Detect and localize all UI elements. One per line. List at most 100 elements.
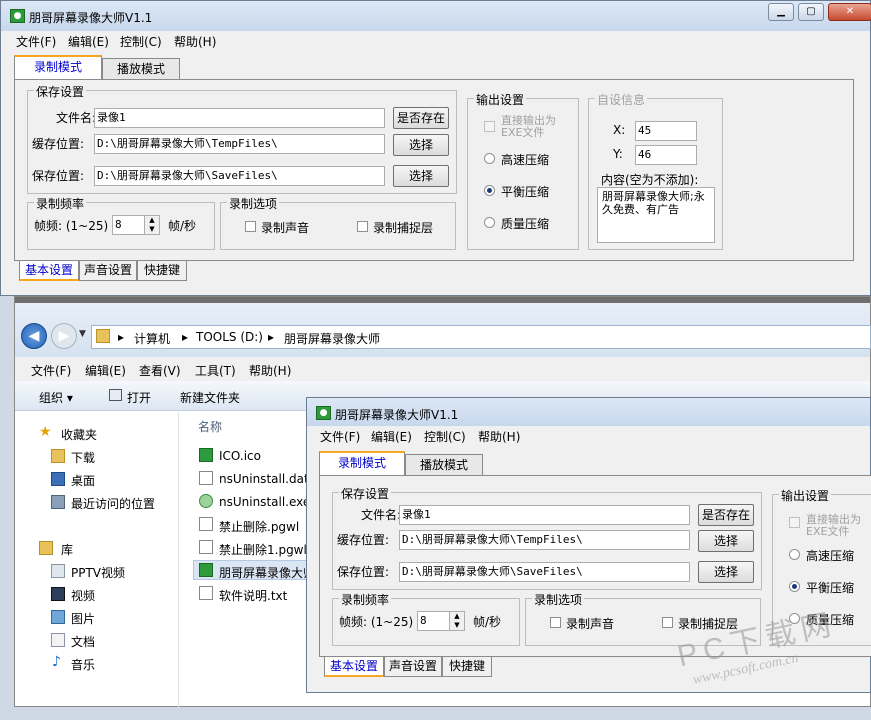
choose-save-button[interactable]: 选择 [393,165,449,187]
file-item[interactable]: 禁止删除1.pgwl [219,541,307,558]
column-header-name[interactable]: 名称 [198,418,222,435]
menu-file[interactable]: 文件(F) [16,33,56,50]
file-list: ICO.ico nsUninstall.dat nsUninstall.exe … [191,442,321,603]
filename-input[interactable]: 录像1 [94,108,385,128]
balance-compress-radio[interactable] [484,185,495,196]
file-item[interactable]: 软件说明.txt [219,587,287,604]
tab-record-mode[interactable]: 录制模式 [319,451,405,475]
nav-pptv[interactable]: PPTV视频 [71,564,125,581]
breadcrumb-folder[interactable]: 朋哥屏幕录像大师 [284,330,380,347]
nav-library[interactable]: 库 [61,541,73,558]
fast-compress-radio[interactable] [789,549,800,560]
cache-path-input[interactable]: D:\朋哥屏幕录像大师\TempFiles\ [399,530,690,550]
nav-pictures[interactable]: 图片 [71,610,95,627]
explorer-menu-view[interactable]: 查看(V) [139,362,181,379]
filename-input[interactable]: 录像1 [399,505,690,525]
file-item[interactable]: nsUninstall.dat [219,472,309,486]
tab-sound-settings[interactable]: 声音设置 [79,261,137,281]
fast-compress-radio[interactable] [484,153,495,164]
y-input[interactable]: 46 [635,145,697,165]
fps-input[interactable]: 8 [112,215,146,235]
file-item[interactable]: ICO.ico [219,449,261,463]
close-button[interactable]: ✕ [828,3,871,21]
menu-edit[interactable]: 编辑(E) [371,428,412,445]
video-icon [51,587,65,601]
ico-file-icon [199,448,213,462]
file-item[interactable]: 朋哥屏幕录像大师 [219,564,315,581]
exists-button[interactable]: 是否存在 [393,107,449,129]
pgwl-file-icon [199,540,213,554]
maximize-button[interactable]: ▢ [798,3,824,21]
choose-cache-button[interactable]: 选择 [698,530,754,552]
nav-music[interactable]: 音乐 [71,656,95,673]
nav-desktop[interactable]: 桌面 [71,472,95,489]
nav-favorites[interactable]: 收藏夹 [61,426,97,443]
window-title: 朋哥屏幕录像大师V1.1 [29,11,153,25]
file-item[interactable]: nsUninstall.exe [219,495,310,509]
tab-basic-settings[interactable]: 基本设置 [324,657,384,677]
tab-play-mode[interactable]: 播放模式 [405,454,483,476]
minimize-button[interactable]: ▁ [768,3,794,21]
menu-control[interactable]: 控制(C) [424,428,466,445]
save-path-input[interactable]: D:\朋哥屏幕录像大师\SaveFiles\ [94,166,385,186]
fps-spinner[interactable]: ▲ ▼ [144,215,160,235]
tab-basic-settings[interactable]: 基本设置 [19,261,79,281]
direct-exe-checkbox[interactable] [789,517,800,528]
address-bar[interactable]: ▸ 计算机 ▸ TOOLS (D:) ▸ 朋哥屏幕录像大师 [91,325,871,349]
tab-hotkeys[interactable]: 快捷键 [442,657,492,677]
choose-save-button[interactable]: 选择 [698,561,754,583]
direct-exe-checkbox[interactable] [484,121,495,132]
app-icon: ● [10,9,25,23]
menu-help[interactable]: 帮助(H) [478,428,520,445]
save-path-input[interactable]: D:\朋哥屏幕录像大师\SaveFiles\ [399,562,690,582]
menu-file[interactable]: 文件(F) [320,428,360,445]
settings-panel: 保存设置 文件名: 录像1 是否存在 缓存位置: D:\朋哥屏幕录像大师\Tem… [14,79,854,261]
back-icon[interactable]: ◀ [21,323,47,349]
nav-recent-places[interactable]: 最近访问的位置 [71,495,155,512]
menu-bar: 文件(F) 编辑(E) 控制(C) 帮助(H) [1,31,870,50]
second-menu-bar: 文件(F) 编辑(E) 控制(C) 帮助(H) [307,426,870,445]
fps-spinner[interactable]: ▲ ▼ [449,611,465,631]
record-layer-checkbox[interactable] [357,221,368,232]
nav-downloads[interactable]: 下载 [71,449,95,466]
second-window-title: 朋哥屏幕录像大师V1.1 [335,408,459,422]
quality-compress-radio[interactable] [484,217,495,228]
new-folder-button[interactable]: 新建文件夹 [180,389,240,406]
record-layer-checkbox[interactable] [662,617,673,628]
explorer-menu-tools[interactable]: 工具(T) [195,362,236,379]
menu-help[interactable]: 帮助(H) [174,33,216,50]
desktop-icon [51,472,65,486]
nav-videos[interactable]: 视频 [71,587,95,604]
breadcrumb-computer[interactable]: 计算机 [134,330,170,347]
menu-edit[interactable]: 编辑(E) [68,33,109,50]
nav-documents[interactable]: 文档 [71,633,95,650]
fps-input[interactable]: 8 [417,611,451,631]
forward-icon[interactable]: ▶ [51,323,77,349]
tab-play-mode[interactable]: 播放模式 [102,58,180,80]
content-textarea[interactable]: 朋哥屏幕录像大师;永久免费、有广告 [597,187,715,243]
open-button[interactable]: 打开 [127,389,151,406]
recent-places-icon [51,495,65,509]
explorer-menu-edit[interactable]: 编辑(E) [85,362,126,379]
file-item[interactable]: 禁止删除.pgwl [219,518,299,535]
exists-button[interactable]: 是否存在 [698,504,754,526]
explorer-menu-file[interactable]: 文件(F) [31,362,71,379]
record-sound-checkbox[interactable] [550,617,561,628]
record-options-group: 录制选项 录制声音 录制捕捉层 [220,195,456,250]
choose-cache-button[interactable]: 选择 [393,134,449,156]
tab-sound-settings[interactable]: 声音设置 [384,657,442,677]
menu-control[interactable]: 控制(C) [120,33,162,50]
recent-dropdown-icon[interactable]: ▼ [79,329,86,339]
tab-record-mode[interactable]: 录制模式 [14,55,102,79]
cache-path-input[interactable]: D:\朋哥屏幕录像大师\TempFiles\ [94,134,385,154]
library-icon [39,541,53,555]
explorer-menu-help[interactable]: 帮助(H) [249,362,291,379]
download-icon [51,449,65,463]
organize-button[interactable]: 组织 ▾ [39,389,73,406]
record-sound-checkbox[interactable] [245,221,256,232]
breadcrumb-drive[interactable]: TOOLS (D:) [196,330,263,344]
x-input[interactable]: 45 [635,121,697,141]
tab-hotkeys[interactable]: 快捷键 [137,261,187,281]
address-bar-area: ◀ ▶ ▼ ▸ 计算机 ▸ TOOLS (D:) ▸ 朋哥屏幕录像大师 [15,303,871,357]
balance-compress-radio[interactable] [789,581,800,592]
